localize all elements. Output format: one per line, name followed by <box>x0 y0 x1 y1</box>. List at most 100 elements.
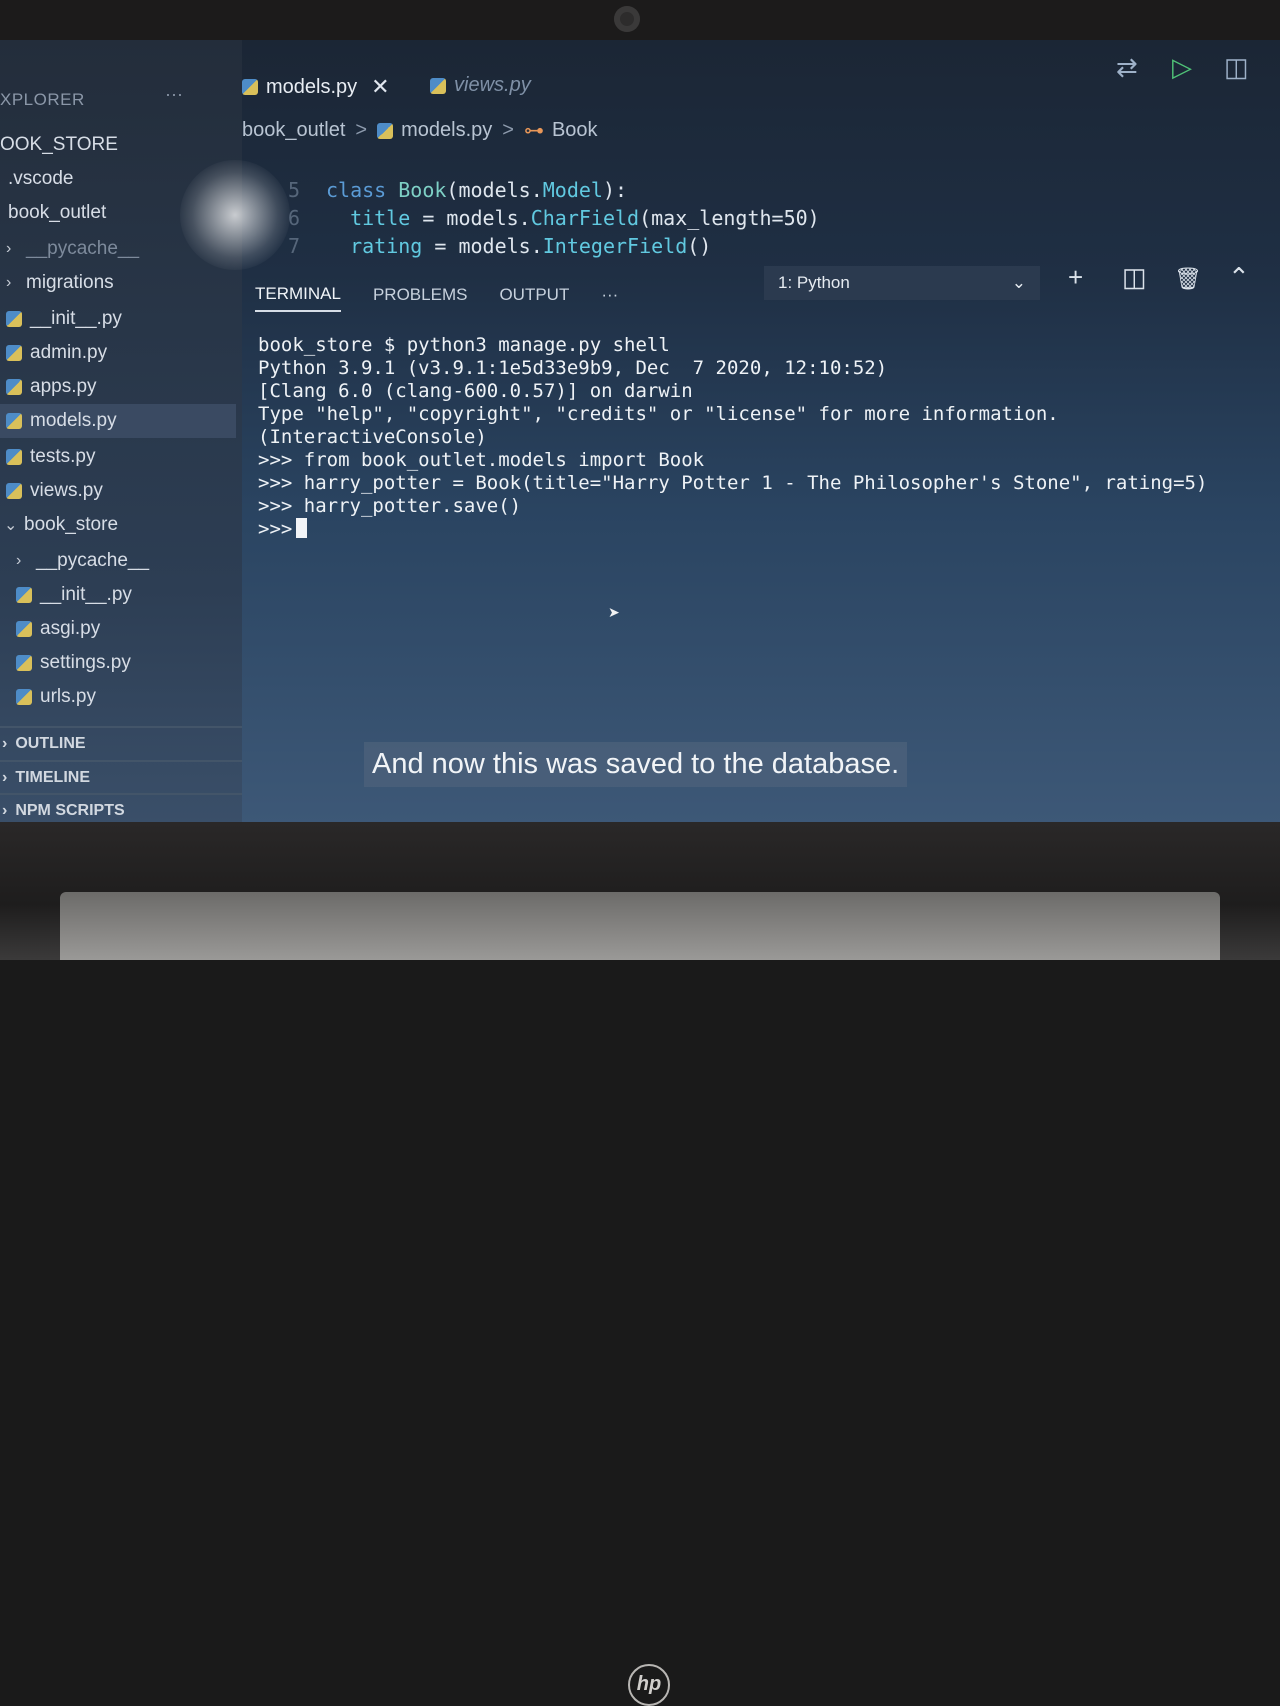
python-file-icon <box>16 621 32 637</box>
tab-problems[interactable]: PROBLEMS <box>373 285 467 311</box>
split-terminal-icon[interactable]: ◫ <box>1122 262 1147 293</box>
sidebar-item-label: views.py <box>30 480 103 501</box>
tab-label: views.py <box>454 74 531 96</box>
sidebar-item-settings-py[interactable]: settings.py <box>0 646 246 680</box>
sidebar-item-label: .vscode <box>8 168 74 189</box>
line-number: 6 <box>287 206 300 230</box>
terminal-line: [Clang 6.0 (clang-600.0.57)] on darwin <box>258 380 693 402</box>
line-number: 7 <box>287 234 300 258</box>
sidebar-item-urls-py[interactable]: urls.py <box>0 680 246 714</box>
sidebar-item-pycache[interactable]: › __pycache__ <box>0 232 236 266</box>
add-terminal-icon[interactable]: + <box>1068 262 1083 293</box>
sidebar-item-migrations[interactable]: › migrations <box>0 266 236 300</box>
sidebar-item-views-py[interactable]: views.py <box>0 474 236 508</box>
terminal-line: book_store $ python3 manage.py shell <box>258 334 670 356</box>
breadcrumb-symbol[interactable]: Book <box>552 119 598 142</box>
close-icon[interactable]: ✕ <box>371 74 389 100</box>
sidebar-item-admin-py[interactable]: admin.py <box>0 336 236 370</box>
code-text: ): <box>602 178 628 202</box>
chevron-right-icon: › <box>2 735 8 752</box>
terminal-line: Python 3.9.1 (v3.9.1:1e5d33e9b9, Dec 7 2… <box>258 357 888 379</box>
source-control-icon[interactable]: ⇄ <box>1116 52 1138 83</box>
run-icon[interactable]: ▷ <box>1172 52 1192 83</box>
sidebar-item-label: __pycache__ <box>36 550 150 571</box>
terminal-line: (InteractiveConsole) <box>258 426 487 448</box>
python-file-icon <box>6 311 22 327</box>
code-type: CharField <box>530 206 640 230</box>
split-editor-icon[interactable]: ◫ <box>1224 52 1249 83</box>
explorer-sidebar: XPLORER ··· OOK_STORE .vscode book_outlet ›… <box>0 40 242 824</box>
editor-tab-bar: models.py ✕ views.py ⇄ ▷ ◫ <box>242 40 1280 112</box>
breadcrumb-separator: > <box>355 119 368 141</box>
code-type: IntegerField <box>542 234 688 258</box>
sidebar-item-label: migrations <box>26 272 114 293</box>
python-file-icon <box>16 587 32 603</box>
outline-section[interactable]: › OUTLINE <box>0 726 242 760</box>
chevron-right-icon: › <box>2 769 8 786</box>
terminal-output[interactable]: book_store $ python3 manage.py shell Pyt… <box>258 334 1207 541</box>
sidebar-item-label: admin.py <box>30 342 108 363</box>
python-file-icon <box>430 77 446 94</box>
sidebar-item-pycache[interactable]: › __pycache__ <box>0 544 246 578</box>
explorer-title: XPLORER <box>0 90 85 109</box>
sidebar-item-book-outlet[interactable]: book_outlet <box>0 196 238 230</box>
laptop-hinge <box>60 892 1220 960</box>
code-text: (models. <box>446 178 543 202</box>
tab-views-py[interactable]: views.py <box>430 74 531 97</box>
code-editor[interactable]: 5 class Book (models. Model): 6 title = mo… <box>260 178 820 262</box>
python-file-icon <box>6 413 22 429</box>
terminal-select[interactable]: 1: Python ⌄ <box>764 266 1040 300</box>
timeline-section[interactable]: › TIMELINE <box>0 760 242 794</box>
sidebar-item-asgi-py[interactable]: asgi.py <box>0 612 246 646</box>
chevron-right-icon: › <box>2 802 8 819</box>
tab-output[interactable]: OUTPUT <box>499 285 569 311</box>
chevron-right-icon: › <box>16 552 22 569</box>
sidebar-item-models-py[interactable]: models.py <box>0 404 236 438</box>
chevron-right-icon: › <box>6 240 12 257</box>
code-line: 6 title = models. CharField (max_length=50… <box>260 206 820 234</box>
breadcrumb-file[interactable]: models.py <box>401 119 492 142</box>
breadcrumb: book_outlet > models.py > ⊶ Book <box>242 118 598 143</box>
sidebar-item-init-py[interactable]: __init__.py <box>0 578 246 612</box>
panel-more-button[interactable]: ··· <box>601 285 618 311</box>
sidebar-item-book-store[interactable]: ⌄ book_store <box>0 508 234 542</box>
trash-icon[interactable]: 🗑 <box>1174 266 1202 292</box>
tab-terminal[interactable]: TERMINAL <box>255 284 341 312</box>
code-field-name: rating <box>326 234 423 258</box>
chevron-up-icon[interactable]: ⌃ <box>1228 262 1250 293</box>
panel-tab-bar: TERMINAL PROBLEMS OUTPUT ··· <box>255 278 650 318</box>
npm-scripts-section[interactable]: › NPM SCRIPTS <box>0 793 242 824</box>
sidebar-item-apps-py[interactable]: apps.py <box>0 370 236 404</box>
breadcrumb-folder[interactable]: book_outlet <box>242 119 345 142</box>
chevron-right-icon: › <box>6 274 12 291</box>
line-number: 5 <box>287 178 300 202</box>
sidebar-item-label: models.py <box>30 410 117 431</box>
section-label: NPM SCRIPTS <box>15 802 125 819</box>
code-text: () <box>687 234 712 258</box>
python-file-icon <box>6 345 22 361</box>
mouse-pointer-icon: ➤ <box>608 604 620 620</box>
sidebar-item-ook-store[interactable]: OOK_STORE <box>0 128 230 162</box>
terminal-line: >>> harry_potter.save() <box>258 495 522 517</box>
sidebar-item-init-py[interactable]: __init__.py <box>0 302 236 336</box>
python-file-icon <box>16 655 32 671</box>
laptop-bezel-top <box>0 0 1280 44</box>
video-caption: And now this was saved to the database. <box>364 742 908 787</box>
sidebar-item-label: apps.py <box>30 376 97 397</box>
python-file-icon <box>377 122 394 139</box>
code-line: 5 class Book (models. Model): <box>260 178 820 206</box>
code-keyword: class <box>326 178 399 202</box>
sidebar-item-label: settings.py <box>40 652 131 673</box>
section-label: OUTLINE <box>15 735 86 752</box>
code-type: Model <box>542 178 603 202</box>
code-field-name: title <box>326 206 411 230</box>
sidebar-item-vscode[interactable]: .vscode <box>0 162 238 196</box>
python-file-icon <box>6 449 22 465</box>
explorer-more-button[interactable]: ··· <box>165 84 183 105</box>
sidebar-item-tests-py[interactable]: tests.py <box>0 440 236 474</box>
sidebar-item-label: __init__.py <box>40 584 132 605</box>
tab-models-py[interactable]: models.py ✕ <box>242 74 390 100</box>
sidebar-item-label: asgi.py <box>40 618 101 639</box>
code-line: 7 rating = models. IntegerField() <box>260 234 820 262</box>
class-symbol-icon: ⊶ <box>523 120 544 142</box>
